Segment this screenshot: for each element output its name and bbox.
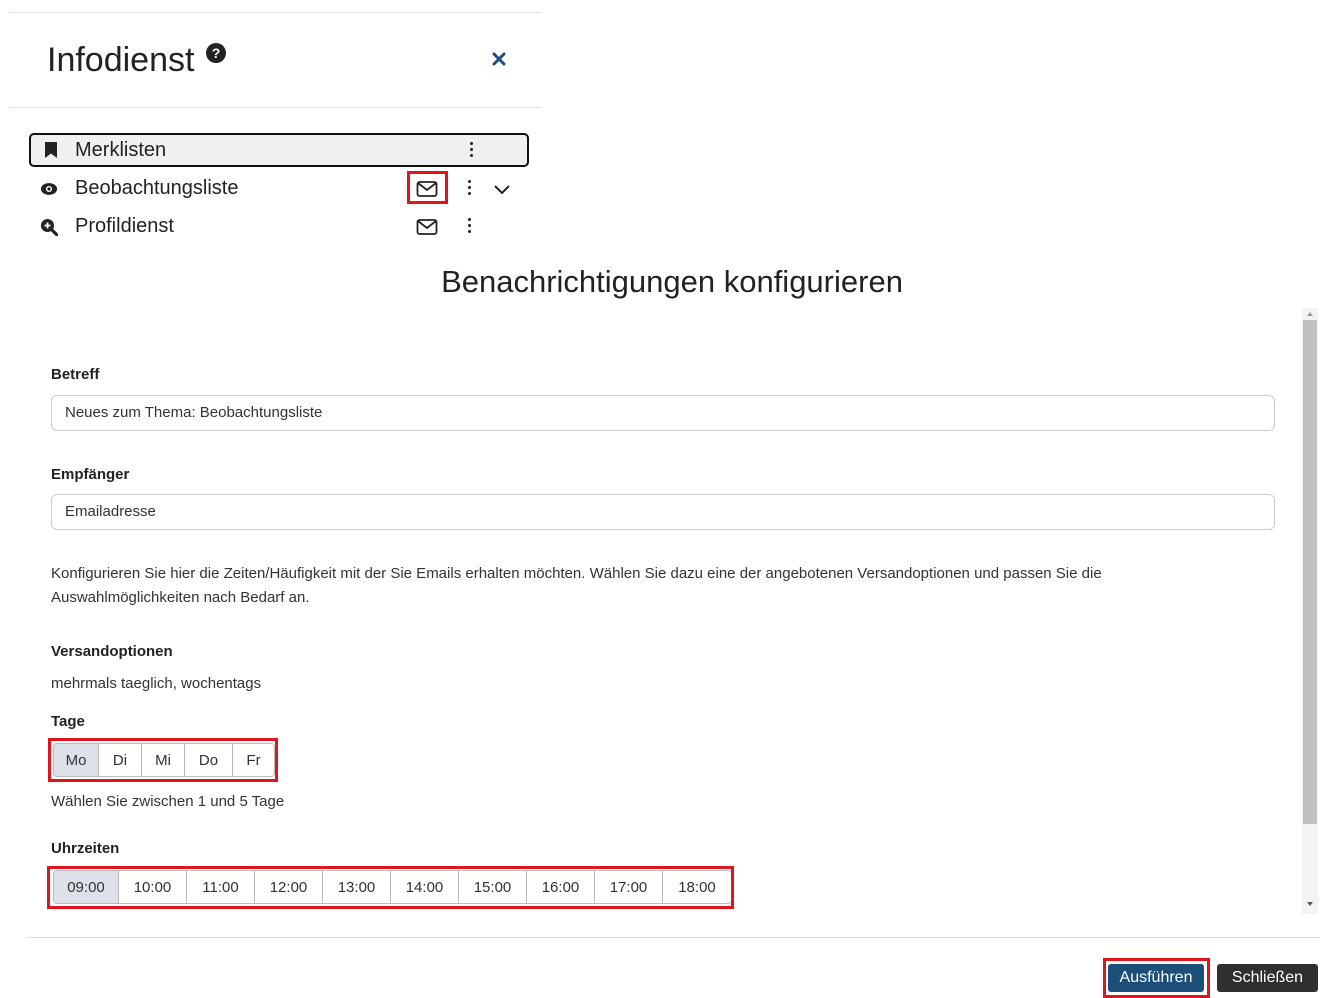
days-highlight (48, 738, 278, 782)
days-hint: Wählen Sie zwischen 1 und 5 Tage (51, 793, 285, 810)
close-button[interactable]: Schließen (1217, 964, 1318, 992)
recipient-label: Empfänger (51, 466, 130, 483)
execute-button-highlight (1103, 958, 1210, 998)
list-item-label: Merklisten (75, 139, 167, 161)
times-label: Uhrzeiten (51, 840, 120, 857)
list-item-profildienst[interactable]: Profildienst (29, 210, 529, 244)
panel-title: Infodienst (47, 41, 195, 79)
list-item-label: Profildienst (75, 215, 174, 237)
list-item-label: Beobachtungsliste (75, 177, 239, 199)
eye-icon (40, 183, 58, 195)
close-icon[interactable] (488, 48, 510, 70)
panel-divider (9, 107, 541, 108)
mail-icon[interactable] (416, 218, 438, 236)
days-label: Tage (51, 713, 85, 730)
subject-input[interactable]: Neues zum Thema: Beobachtungsliste (51, 395, 1275, 431)
scroll-up-icon[interactable] (1305, 310, 1315, 318)
search-plus-icon (41, 219, 58, 236)
chevron-down-icon[interactable] (493, 183, 511, 197)
times-highlight (47, 866, 734, 909)
more-options-icon[interactable] (466, 218, 472, 236)
help-icon[interactable]: ? (206, 43, 226, 63)
shipping-options-label: Versandoptionen (51, 643, 173, 660)
subject-label: Betreff (51, 366, 100, 383)
list-item-beobachtungsliste[interactable]: Beobachtungsliste (29, 172, 529, 206)
info-text-line1: Konfigurieren Sie hier die Zeiten/Häufig… (51, 565, 1102, 582)
footer-divider (26, 937, 1320, 938)
bookmark-icon (45, 142, 57, 158)
recipient-input[interactable]: Emailadresse (51, 494, 1275, 530)
info-text-line2: Auswahlmöglichkeiten nach Bedarf an. (51, 589, 310, 606)
scroll-down-icon[interactable] (1305, 900, 1315, 908)
dialog-title: Benachrichtigungen konfigurieren (441, 264, 903, 299)
mail-icon-highlight (407, 171, 448, 204)
scrollbar-thumb[interactable] (1303, 320, 1317, 824)
svg-text:?: ? (212, 45, 221, 61)
more-options-icon[interactable] (468, 142, 474, 160)
top-divider (9, 12, 541, 13)
more-options-icon[interactable] (466, 180, 472, 198)
list-item-merklisten[interactable]: Merklisten (29, 133, 529, 167)
shipping-option-value: mehrmals taeglich, wochentags (51, 675, 262, 692)
